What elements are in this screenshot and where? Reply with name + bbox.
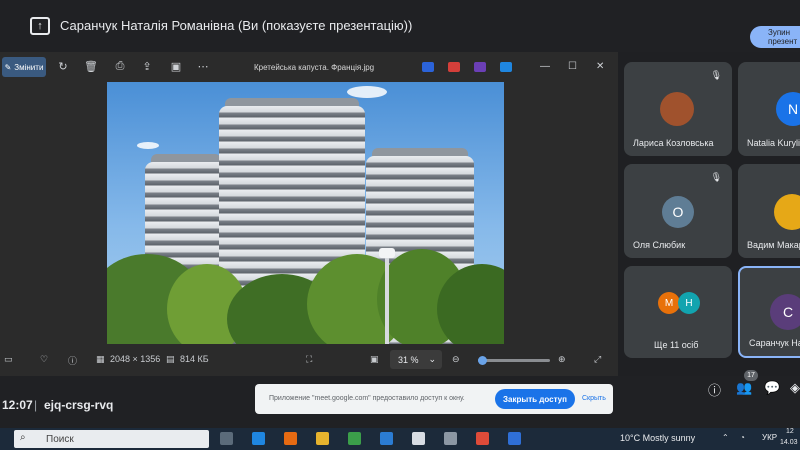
participant-count-badge: 17: [744, 370, 758, 381]
activities-icon[interactable]: ◈: [790, 380, 800, 396]
participant-name: Оля Слюбик: [633, 240, 686, 250]
photo-image: [107, 82, 504, 344]
search-input[interactable]: Поиск: [46, 434, 74, 445]
search-icon: ⌕: [20, 432, 26, 443]
network-icon[interactable]: ◔: [740, 433, 745, 442]
more-participants-label: Ще 11 осіб: [654, 340, 699, 350]
language-indicator[interactable]: УКР: [762, 433, 777, 442]
file-name: Кретейська капуста. Франція.jpg: [254, 63, 375, 72]
zoom-slider[interactable]: [477, 356, 550, 365]
share-icon[interactable]: ⇪: [140, 60, 154, 73]
info-icon[interactable]: ⓘ: [708, 380, 721, 399]
meet-top-bar: ↑ Саранчук Наталія Романівна (Ви (показу…: [0, 0, 800, 52]
hide-notice-link[interactable]: Скрыть: [582, 395, 606, 402]
file-size: 814 КБ: [180, 354, 209, 364]
image-dimensions-icon: ▦: [96, 354, 105, 364]
presenter-title: Саранчук Наталія Романівна (Ви (показуєт…: [60, 18, 413, 33]
separator: |: [34, 398, 38, 412]
firefox-icon[interactable]: [284, 432, 297, 445]
more-options-icon[interactable]: ⋯: [196, 60, 210, 73]
photos-icon[interactable]: [508, 432, 521, 445]
cloud-icon[interactable]: [500, 62, 512, 72]
fit-to-window-icon[interactable]: ⛶: [306, 354, 312, 365]
delete-icon[interactable]: 🗑: [84, 60, 98, 73]
participant-tile[interactable]: 🎙 О Оля Слюбик: [624, 164, 732, 258]
chevron-up-icon[interactable]: ⌃: [722, 433, 729, 442]
avatar: [660, 92, 694, 126]
avatar: N: [776, 92, 800, 126]
taskbar-search[interactable]: ⌕ Поиск: [14, 430, 209, 448]
mic-off-icon: 🎙: [710, 172, 722, 182]
editor-app-icon[interactable]: [422, 62, 434, 72]
filmstrip-icon[interactable]: ▭: [4, 354, 13, 365]
stop-sharing-button[interactable]: Закрыть доступ: [495, 389, 575, 409]
participant-name: Natalia Kurylia: [747, 138, 800, 148]
clock-time[interactable]: 12: [786, 428, 794, 435]
meet-bottom-bar: 12:07 | ejq-crsg-rvq Приложение "meet.go…: [0, 370, 800, 428]
share-notice-text: Приложение "meet.google.com" предоставил…: [269, 395, 465, 402]
minimize-icon[interactable]: —: [540, 61, 550, 72]
avatar: О: [662, 196, 694, 228]
task-view-icon[interactable]: [220, 432, 233, 445]
chat-icon[interactable]: 💬: [764, 380, 780, 396]
file-size-icon: ▤: [166, 354, 175, 364]
zoom-slider-thumb[interactable]: [477, 356, 487, 365]
edit-image-label: Змінити: [14, 62, 44, 72]
meeting-code: ejq-crsg-rvq: [44, 398, 114, 412]
actual-size-icon[interactable]: ▣: [370, 354, 379, 365]
edit-image-button[interactable]: ✎ Змінити: [2, 57, 46, 77]
avatar: [774, 194, 800, 230]
weather-widget[interactable]: 10°C Mostly sunny: [620, 433, 695, 443]
avatar: Н: [678, 292, 700, 314]
windows-taskbar: ⌕ Поиск 10°C Mostly sunny ⌃ ◔ УКР 12 14.…: [0, 428, 800, 450]
avatar: С: [770, 294, 800, 330]
more-participants-tile[interactable]: М Н Ще 11 осіб: [624, 266, 732, 358]
trees: [107, 234, 504, 344]
image-dimensions: 2048 × 1356: [110, 354, 161, 364]
participant-name: Вадим Макар: [747, 240, 800, 250]
zoom-out-icon[interactable]: ⊖: [452, 354, 460, 365]
clock-date[interactable]: 14.03: [780, 439, 798, 446]
participant-name: Лариса Козловська: [633, 138, 714, 148]
media-player-icon[interactable]: [380, 432, 393, 445]
rotate-icon[interactable]: ↻: [56, 60, 70, 73]
participant-tile[interactable]: Вадим Макар: [738, 164, 800, 258]
clipchamp-icon[interactable]: [474, 62, 486, 72]
meeting-time: 12:07: [2, 398, 33, 412]
photo-viewer-window: ✎ Змінити ↻ 🗑 ⎙ ⇪ ▣ ⋯ Кретейська капуста…: [0, 52, 618, 376]
edge-icon[interactable]: [252, 432, 265, 445]
participant-tile[interactable]: 🎙 Лариса Козловська: [624, 62, 732, 156]
close-icon[interactable]: ✕: [596, 61, 604, 72]
chevron-down-icon: ⌄: [428, 354, 437, 364]
people-icon[interactable]: 👥: [736, 380, 752, 396]
participant-name: Саранчук Нат: [749, 338, 800, 348]
stop-presenting-button[interactable]: Зупин презент: [750, 26, 800, 48]
avatar: М: [658, 292, 680, 314]
favorite-icon[interactable]: ♡: [40, 354, 48, 365]
notepad-icon[interactable]: [412, 432, 425, 445]
app-icon[interactable]: [444, 432, 457, 445]
participant-tile[interactable]: N Natalia Kurylia: [738, 62, 800, 156]
print-icon[interactable]: ⎙: [113, 60, 127, 73]
edit-icon: ✎: [4, 62, 12, 72]
share-notice-bar: Приложение "meet.google.com" предоставил…: [255, 384, 613, 414]
zoom-in-icon[interactable]: ⊕: [558, 354, 566, 365]
mic-off-icon: 🎙: [710, 70, 722, 80]
maximize-icon[interactable]: ☐: [568, 61, 577, 72]
store-icon[interactable]: [348, 432, 361, 445]
present-screen-icon[interactable]: ↑: [30, 17, 50, 35]
zoom-level: 31 %: [398, 354, 419, 365]
design-app-icon[interactable]: [448, 62, 460, 72]
slideshow-icon[interactable]: ▣: [169, 60, 183, 73]
screen: ↑ Саранчук Наталія Романівна (Ви (показу…: [0, 0, 800, 450]
viewer-toolbar: ✎ Змінити ↻ 🗑 ⎙ ⇪ ▣ ⋯ Кретейська капуста…: [0, 52, 618, 82]
fullscreen-icon[interactable]: ⤢: [594, 354, 601, 365]
chrome-icon[interactable]: [476, 432, 489, 445]
zoom-level-select[interactable]: 31 % ⌄: [390, 350, 442, 369]
self-tile[interactable]: С Саранчук Нат: [738, 266, 800, 358]
viewer-status-bar: ▭ ♡ ⓘ ▦ 2048 × 1356 ▤ 814 КБ ⛶ ▣ 31 % ⌄ …: [0, 344, 618, 376]
file-explorer-icon[interactable]: [316, 432, 329, 445]
info-icon[interactable]: ⓘ: [68, 354, 77, 367]
